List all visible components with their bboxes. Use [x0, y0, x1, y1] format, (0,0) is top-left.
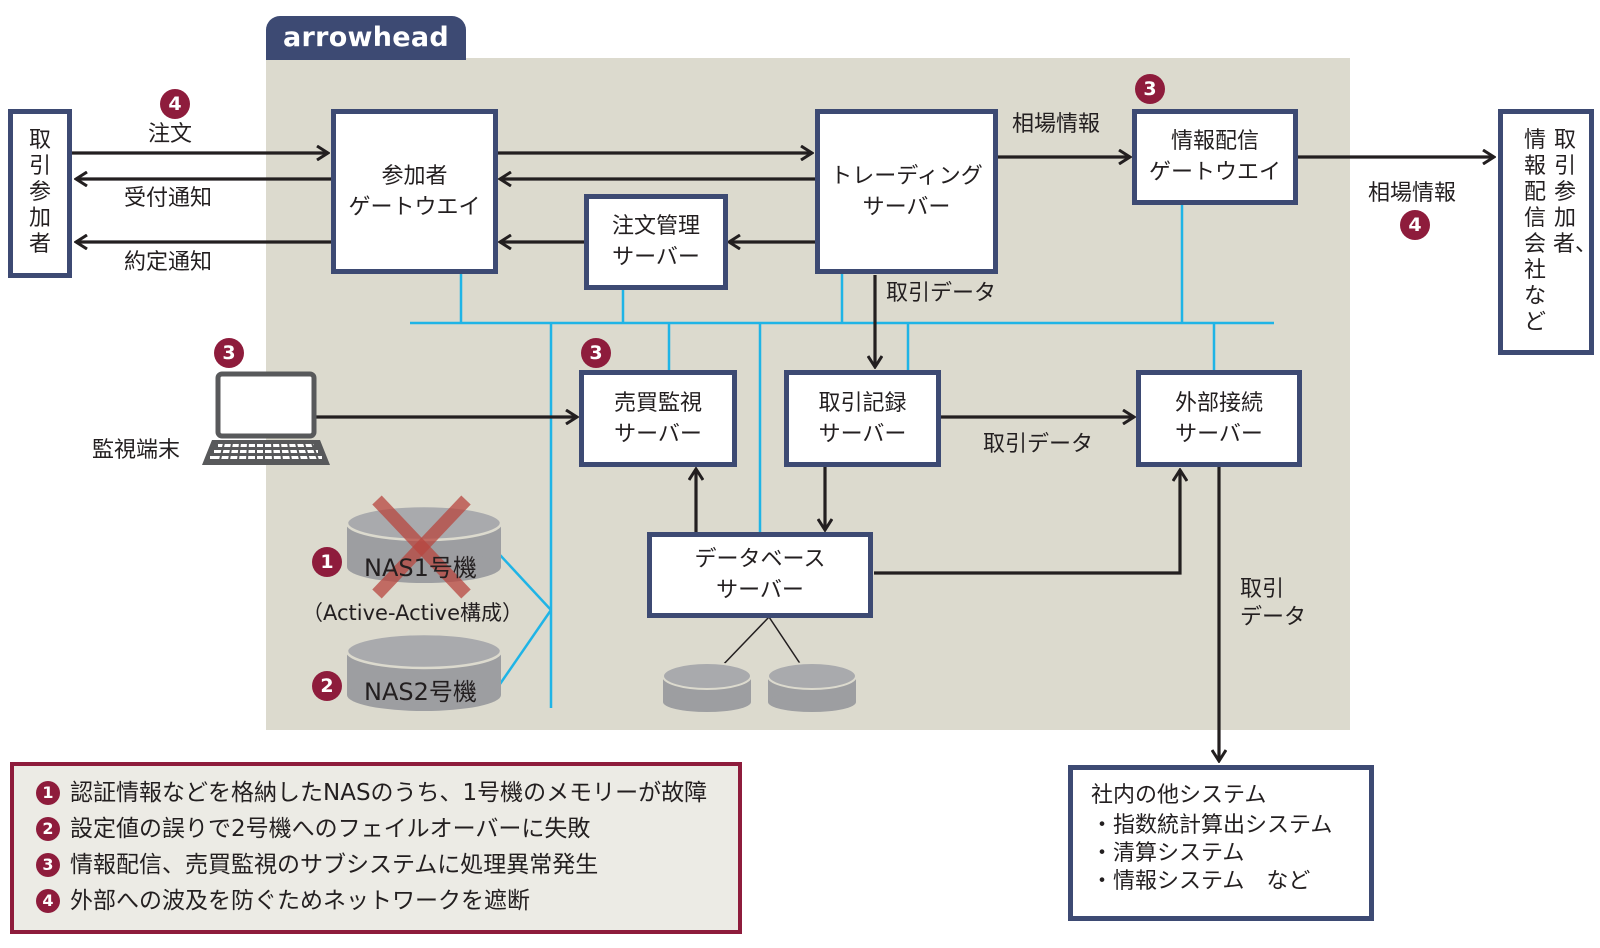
legend-text: 設定値の誤りで2号機へのフェイルオーバーに失敗 — [70, 816, 591, 842]
badge-terminal: 3 — [214, 338, 244, 368]
box-line-1: 注文管理 — [611, 214, 700, 239]
nas1-label: NAS1号機 — [364, 554, 477, 582]
market-info-label-2: 相場情報 — [1368, 181, 1457, 206]
participant-gateway-box: 参加者 ゲートウエイ — [331, 109, 498, 274]
box-line-2: サーバー — [1175, 421, 1263, 447]
acknowledgement-label: 受付通知 — [124, 186, 213, 211]
market-info-label-1: 相場情報 — [1012, 112, 1101, 137]
nas2-label: NAS2号機 — [364, 678, 477, 706]
badge-nas1: 1 — [312, 547, 342, 577]
trade-data-label-2: 取引データ — [983, 432, 1094, 457]
box-line-2: サーバー — [862, 194, 951, 220]
other-systems-item: ・情報システム など — [1091, 869, 1311, 894]
badge-nas2: 2 — [312, 671, 342, 701]
external-connection-server-box: 外部接続 サーバー — [1136, 370, 1302, 467]
external-recipients-col2: 情報配信会社など — [1523, 128, 1546, 335]
order-management-server-box: 注文管理 サーバー — [584, 194, 728, 290]
external-recipients-col1: 取引参加者、 — [1553, 128, 1598, 257]
box-line-1: 情報配信 — [1170, 129, 1259, 154]
trade-data-label-3b: データ — [1240, 605, 1307, 630]
other-internal-systems-box: 社内の他システム ・指数統計算出システム ・清算システム ・情報システム など — [1068, 765, 1374, 921]
box-line-2: ゲートウエイ — [348, 194, 481, 220]
db-disk-2 — [767, 662, 857, 712]
trade-monitoring-server-box: 売買監視 サーバー — [579, 370, 737, 467]
order-label: 注文 — [148, 122, 193, 147]
box-line-2: サーバー — [612, 245, 700, 270]
box-line-1: 取引記録 — [818, 390, 907, 416]
legend-item: 3 情報配信、売買監視のサブシステムに処理異常発生 — [36, 850, 598, 880]
legend-item: 2 設定値の誤りで2号機へのフェイルオーバーに失敗 — [36, 814, 590, 844]
badge-info-gateway: 3 — [1135, 74, 1165, 104]
laptop-icon — [202, 371, 330, 465]
other-systems-item: ・指数統計算出システム — [1091, 813, 1333, 838]
legend-text: 認証情報などを格納したNASのうち、1号機のメモリーが故障 — [70, 780, 708, 806]
trade-data-label-1: 取引データ — [886, 281, 997, 306]
database-disks — [662, 616, 857, 712]
external-participant-label: 取引参加者 — [28, 128, 51, 257]
legend-badge: 1 — [36, 781, 60, 805]
box-line-1: 外部接続 — [1174, 390, 1263, 416]
trading-server-box: トレーディング サーバー — [815, 109, 998, 274]
box-line-1: データベース — [694, 547, 826, 572]
legend-item: 1 認証情報などを格納したNASのうち、1号機のメモリーが故障 — [36, 778, 707, 808]
legend-text: 情報配信、売買監視のサブシステムに処理異常発生 — [70, 852, 599, 878]
box-line-1: 売買監視 — [613, 390, 702, 416]
database-server-box: データベース サーバー — [647, 532, 873, 618]
monitor-terminal-label: 監視端末 — [92, 438, 181, 463]
legend-item: 4 外部への波及を防ぐためネットワークを遮断 — [36, 886, 530, 916]
external-participant-box: 取引参加者 — [8, 109, 72, 278]
box-line-2: サーバー — [716, 578, 804, 603]
trade-data-label-3a: 取引 — [1240, 577, 1285, 602]
info-distribution-gateway-box: 情報配信 ゲートウエイ — [1132, 109, 1298, 205]
box-line-2: サーバー — [818, 421, 907, 447]
incident-legend: 1 認証情報などを格納したNASのうち、1号機のメモリーが故障 2 設定値の誤り… — [10, 762, 742, 934]
external-recipients-box: 取引参加者、 情報配信会社など — [1498, 109, 1598, 355]
badge-market-out: 4 — [1400, 210, 1430, 240]
db-disk-1 — [662, 662, 752, 712]
other-systems-item: ・清算システム — [1091, 841, 1245, 866]
nas-config-label: （Active-Active構成） — [302, 601, 524, 625]
legend-badge: 2 — [36, 817, 60, 841]
trade-record-server-box: 取引記録 サーバー — [784, 370, 941, 467]
box-line-2: サーバー — [614, 421, 702, 447]
other-systems-title: 社内の他システム — [1091, 783, 1267, 808]
box-line-2: ゲートウエイ — [1148, 160, 1281, 185]
badge-monitor-server: 3 — [581, 338, 611, 368]
legend-badge: 4 — [36, 889, 60, 913]
box-line-1: トレーディング — [830, 163, 983, 189]
legend-badge: 3 — [36, 853, 60, 877]
execution-notice-label: 約定通知 — [124, 250, 213, 275]
legend-text: 外部への波及を防ぐためネットワークを遮断 — [70, 888, 530, 914]
box-line-1: 参加者 — [381, 163, 448, 189]
badge-order: 4 — [160, 89, 190, 119]
